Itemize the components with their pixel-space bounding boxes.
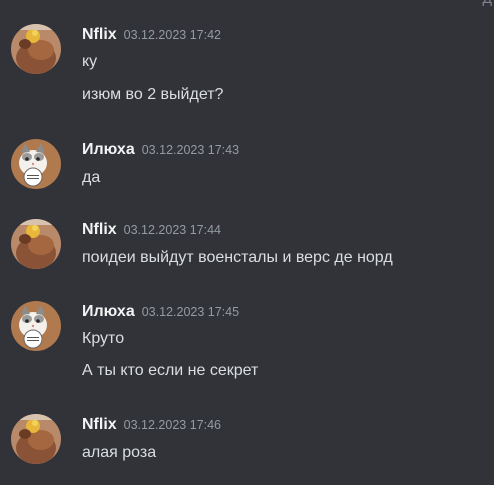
message-text: изюм во 2 выйдет? xyxy=(82,86,224,103)
user-avatar-iluha[interactable] xyxy=(11,301,61,351)
cat-avatar-icon xyxy=(11,139,61,189)
dog-avatar-icon xyxy=(11,219,61,269)
message-text: да xyxy=(82,169,101,186)
dog-avatar-icon xyxy=(11,24,61,74)
author-name[interactable]: Nflix xyxy=(82,221,117,238)
author-name[interactable]: Илюха xyxy=(82,141,135,158)
user-avatar-nflix[interactable] xyxy=(11,414,61,464)
message-text: поидеи выйдут военсталы и верс де норд xyxy=(82,249,393,266)
message-timestamp: 03.12.2023 17:44 xyxy=(123,223,221,237)
message-timestamp: 03.12.2023 17:45 xyxy=(141,305,240,319)
top-right-cut-off-text: Д xyxy=(483,0,492,5)
user-avatar-nflix[interactable] xyxy=(11,24,61,74)
cat-avatar-icon xyxy=(11,301,61,351)
message-text: Круто xyxy=(82,330,125,347)
message-timestamp: 03.12.2023 17:43 xyxy=(141,143,240,157)
dog-avatar-icon xyxy=(11,414,61,464)
message-timestamp: 03.12.2023 17:42 xyxy=(123,28,221,42)
message-text: А ты кто если не секрет xyxy=(82,362,259,379)
author-name[interactable]: Nflix xyxy=(82,26,117,43)
author-name[interactable]: Nflix xyxy=(82,416,117,433)
user-avatar-nflix[interactable] xyxy=(11,219,61,269)
author-name[interactable]: Илюха xyxy=(82,303,135,320)
message-text: ку xyxy=(82,53,98,70)
message-text: алая роза xyxy=(82,444,157,461)
user-avatar-iluha[interactable] xyxy=(11,139,61,189)
message-timestamp: 03.12.2023 17:46 xyxy=(123,418,221,432)
